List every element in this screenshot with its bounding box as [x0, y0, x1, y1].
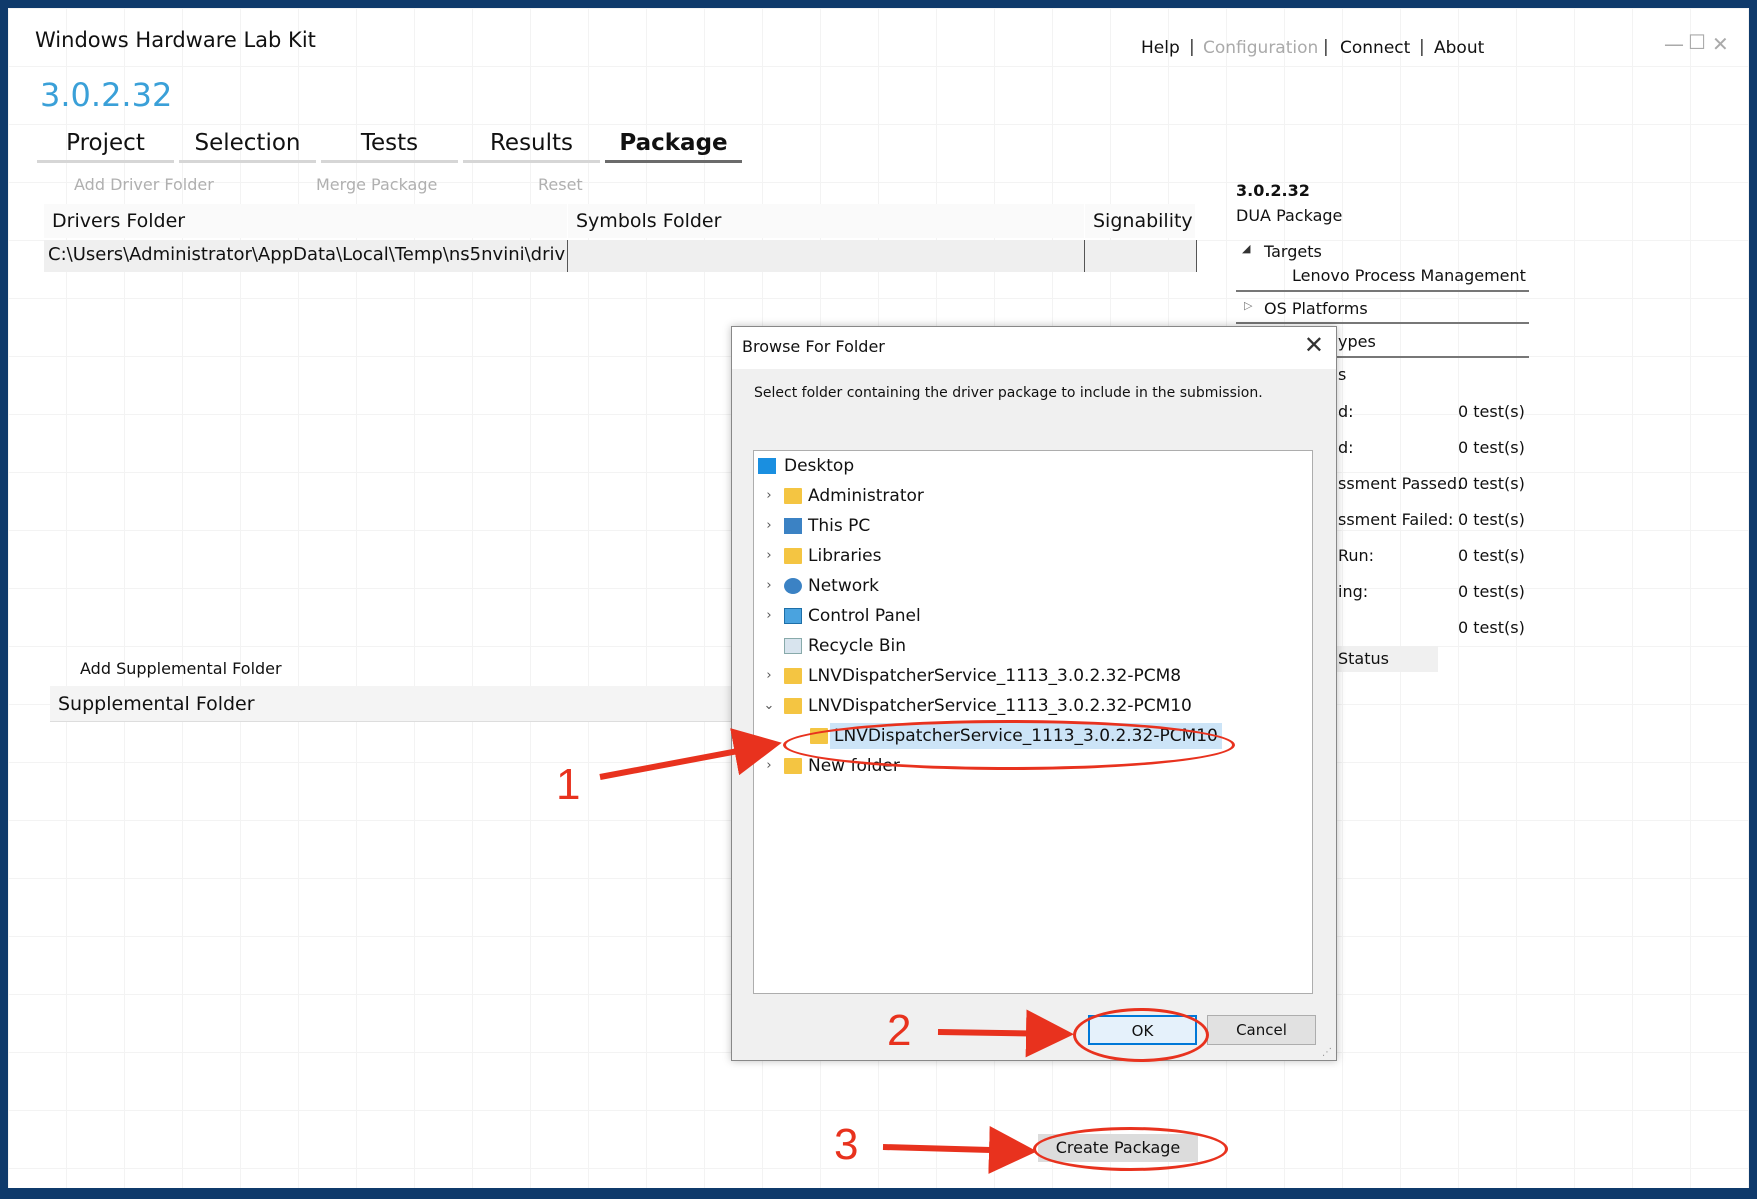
annotation-arrows — [599, 728, 1074, 1174]
step-number-1: 1 — [556, 760, 581, 809]
step-number-3: 3 — [834, 1120, 859, 1169]
step-number-2: 2 — [887, 1006, 912, 1055]
arrow-step2 — [937, 1009, 1074, 1058]
arrow-step3 — [882, 1125, 1037, 1174]
arrow-step1 — [599, 728, 782, 780]
